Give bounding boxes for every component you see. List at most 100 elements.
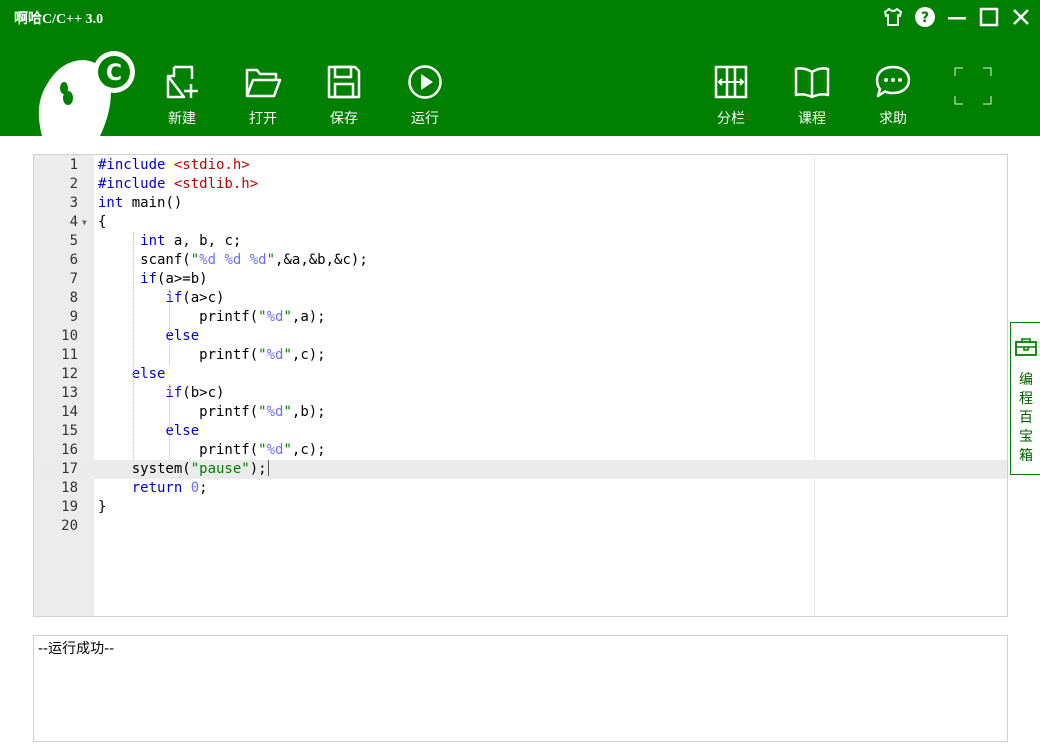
code-line[interactable]: 13 if(b>c)	[34, 384, 1007, 403]
code-text: if(a>c)	[165, 290, 225, 306]
line-number: 8	[69, 290, 78, 306]
svg-text:C: C	[106, 61, 122, 86]
toolbox-char: 程	[1019, 391, 1033, 407]
maximize-icon	[979, 7, 999, 27]
toolbox-char: 百	[1019, 410, 1033, 426]
code-text: else	[165, 328, 200, 344]
help-icon: ?	[915, 7, 935, 27]
help-ask-button[interactable]: 求助	[863, 64, 923, 128]
line-number: 15	[61, 423, 78, 439]
help-ask-label: 求助	[879, 111, 907, 127]
code-line[interactable]: 3 int main()	[34, 194, 1007, 213]
new-file-icon	[166, 65, 198, 99]
code-line[interactable]: 16 printf("%d",c);	[34, 441, 1007, 460]
toolbox-char: 编	[1019, 372, 1033, 388]
line-number: 9	[69, 309, 78, 325]
minimize-button[interactable]	[946, 6, 968, 28]
code-text: }	[98, 499, 107, 515]
code-line[interactable]: 9 printf("%d",a);	[34, 308, 1007, 327]
code-editor[interactable]: 1 #include <stdio.h> 2 #include <stdlib.h> 3…	[33, 154, 1008, 617]
new-button[interactable]: 新建	[152, 64, 212, 128]
line-number: 13	[61, 385, 78, 401]
code-line[interactable]: 1 #include <stdio.h>	[34, 156, 1007, 175]
code-line[interactable]: 11 printf("%d",c);	[34, 346, 1007, 365]
code-line[interactable]: 6 scanf("%d %d %d",&a,&b,&c);	[34, 251, 1007, 270]
split-button[interactable]: 分栏	[701, 64, 761, 128]
skin-button[interactable]	[882, 6, 904, 28]
header-bar: 啊哈C/C++ 3.0 ? C 新建 打开 保存 运行 分栏 课程 求助	[0, 0, 1040, 136]
avatar-placeholder[interactable]	[953, 66, 993, 106]
line-number: 2	[69, 176, 78, 192]
new-label: 新建	[168, 111, 196, 127]
line-number: 6	[69, 252, 78, 268]
save-label: 保存	[330, 111, 358, 127]
text-caret	[267, 460, 269, 476]
code-line[interactable]: 10 else	[34, 327, 1007, 346]
output-console[interactable]: --运行成功--	[33, 635, 1008, 742]
indent-guide	[133, 232, 134, 460]
toolbox-label: 编 程 百 宝 箱	[1011, 371, 1040, 466]
line-number: 14	[61, 404, 78, 420]
close-button[interactable]	[1010, 6, 1032, 28]
app-title: 啊哈C/C++ 3.0	[14, 12, 104, 27]
line-number: 7	[69, 271, 78, 287]
line-number: 19	[61, 499, 78, 515]
aha-logo: C	[38, 51, 135, 136]
code-line[interactable]: 20	[34, 517, 1007, 536]
run-button[interactable]: 运行	[395, 64, 455, 128]
line-number: 4	[69, 214, 78, 230]
code-text: if(b>c)	[165, 385, 225, 401]
toolbox-char: 宝	[1019, 429, 1033, 445]
code-text: system("pause");	[98, 460, 269, 477]
line-number: 11	[61, 347, 78, 363]
code-line[interactable]: 14 printf("%d",b);	[34, 403, 1007, 422]
line-number: 16	[61, 442, 78, 458]
code-line[interactable]: 12 else	[34, 365, 1007, 384]
open-button[interactable]: 打开	[233, 64, 293, 128]
code-text: scanf("%d %d %d",&a,&b,&c);	[98, 252, 368, 268]
code-line[interactable]: 4 ▼ {	[34, 213, 1007, 232]
open-label: 打开	[249, 111, 277, 127]
code-text: #include <stdio.h>	[98, 157, 250, 173]
course-label: 课程	[798, 111, 826, 127]
code-line[interactable]: 7 if(a>=b)	[34, 270, 1007, 289]
code-line[interactable]: 15 else	[34, 422, 1007, 441]
svg-text:?: ?	[921, 10, 929, 26]
code-text: #include <stdlib.h>	[98, 176, 259, 192]
code-text: int main()	[98, 195, 183, 211]
line-number: 3	[69, 195, 78, 211]
code-line[interactable]: 18 return 0;	[34, 479, 1007, 498]
open-folder-icon	[245, 68, 282, 98]
code-text: int a, b, c;	[140, 233, 242, 249]
app-window: 啊哈C/C++ 3.0 ? C 新建 打开 保存 运行 分栏 课程 求助 1 #…	[0, 0, 1040, 756]
maximize-button[interactable]	[978, 6, 1000, 28]
line-number: 17	[61, 461, 78, 477]
course-button[interactable]: 课程	[782, 64, 842, 128]
code-text: else	[165, 423, 200, 439]
code-line[interactable]: 2 #include <stdlib.h>	[34, 175, 1007, 194]
tshirt-icon	[884, 8, 902, 26]
code-line[interactable]: 19}	[34, 498, 1007, 517]
code-line[interactable]: 8 if(a>c)	[34, 289, 1007, 308]
line-number: 10	[61, 328, 78, 344]
code-line[interactable]: 5 int a, b, c;	[34, 232, 1007, 251]
run-label: 运行	[411, 111, 439, 127]
run-icon	[408, 65, 442, 99]
toolbox-tab[interactable]: 编 程 百 宝 箱	[1010, 322, 1040, 475]
split-label: 分栏	[717, 111, 745, 127]
line-number: 1	[69, 157, 78, 173]
indent-guide	[169, 289, 170, 365]
fold-toggle-icon[interactable]: ▼	[82, 219, 87, 227]
line-number: 12	[61, 366, 78, 382]
indent-guide	[169, 384, 170, 460]
code-text: return 0;	[131, 480, 208, 496]
line-number: 18	[61, 480, 78, 496]
minimize-icon	[948, 17, 966, 20]
save-icon	[327, 65, 361, 99]
help-button[interactable]: ?	[914, 6, 936, 28]
chat-icon	[875, 65, 911, 98]
save-button[interactable]: 保存	[314, 64, 374, 128]
code-line[interactable]: 17 system("pause");	[34, 460, 1007, 479]
toolbox-char: 箱	[1019, 448, 1033, 464]
line-number: 20	[61, 518, 78, 534]
